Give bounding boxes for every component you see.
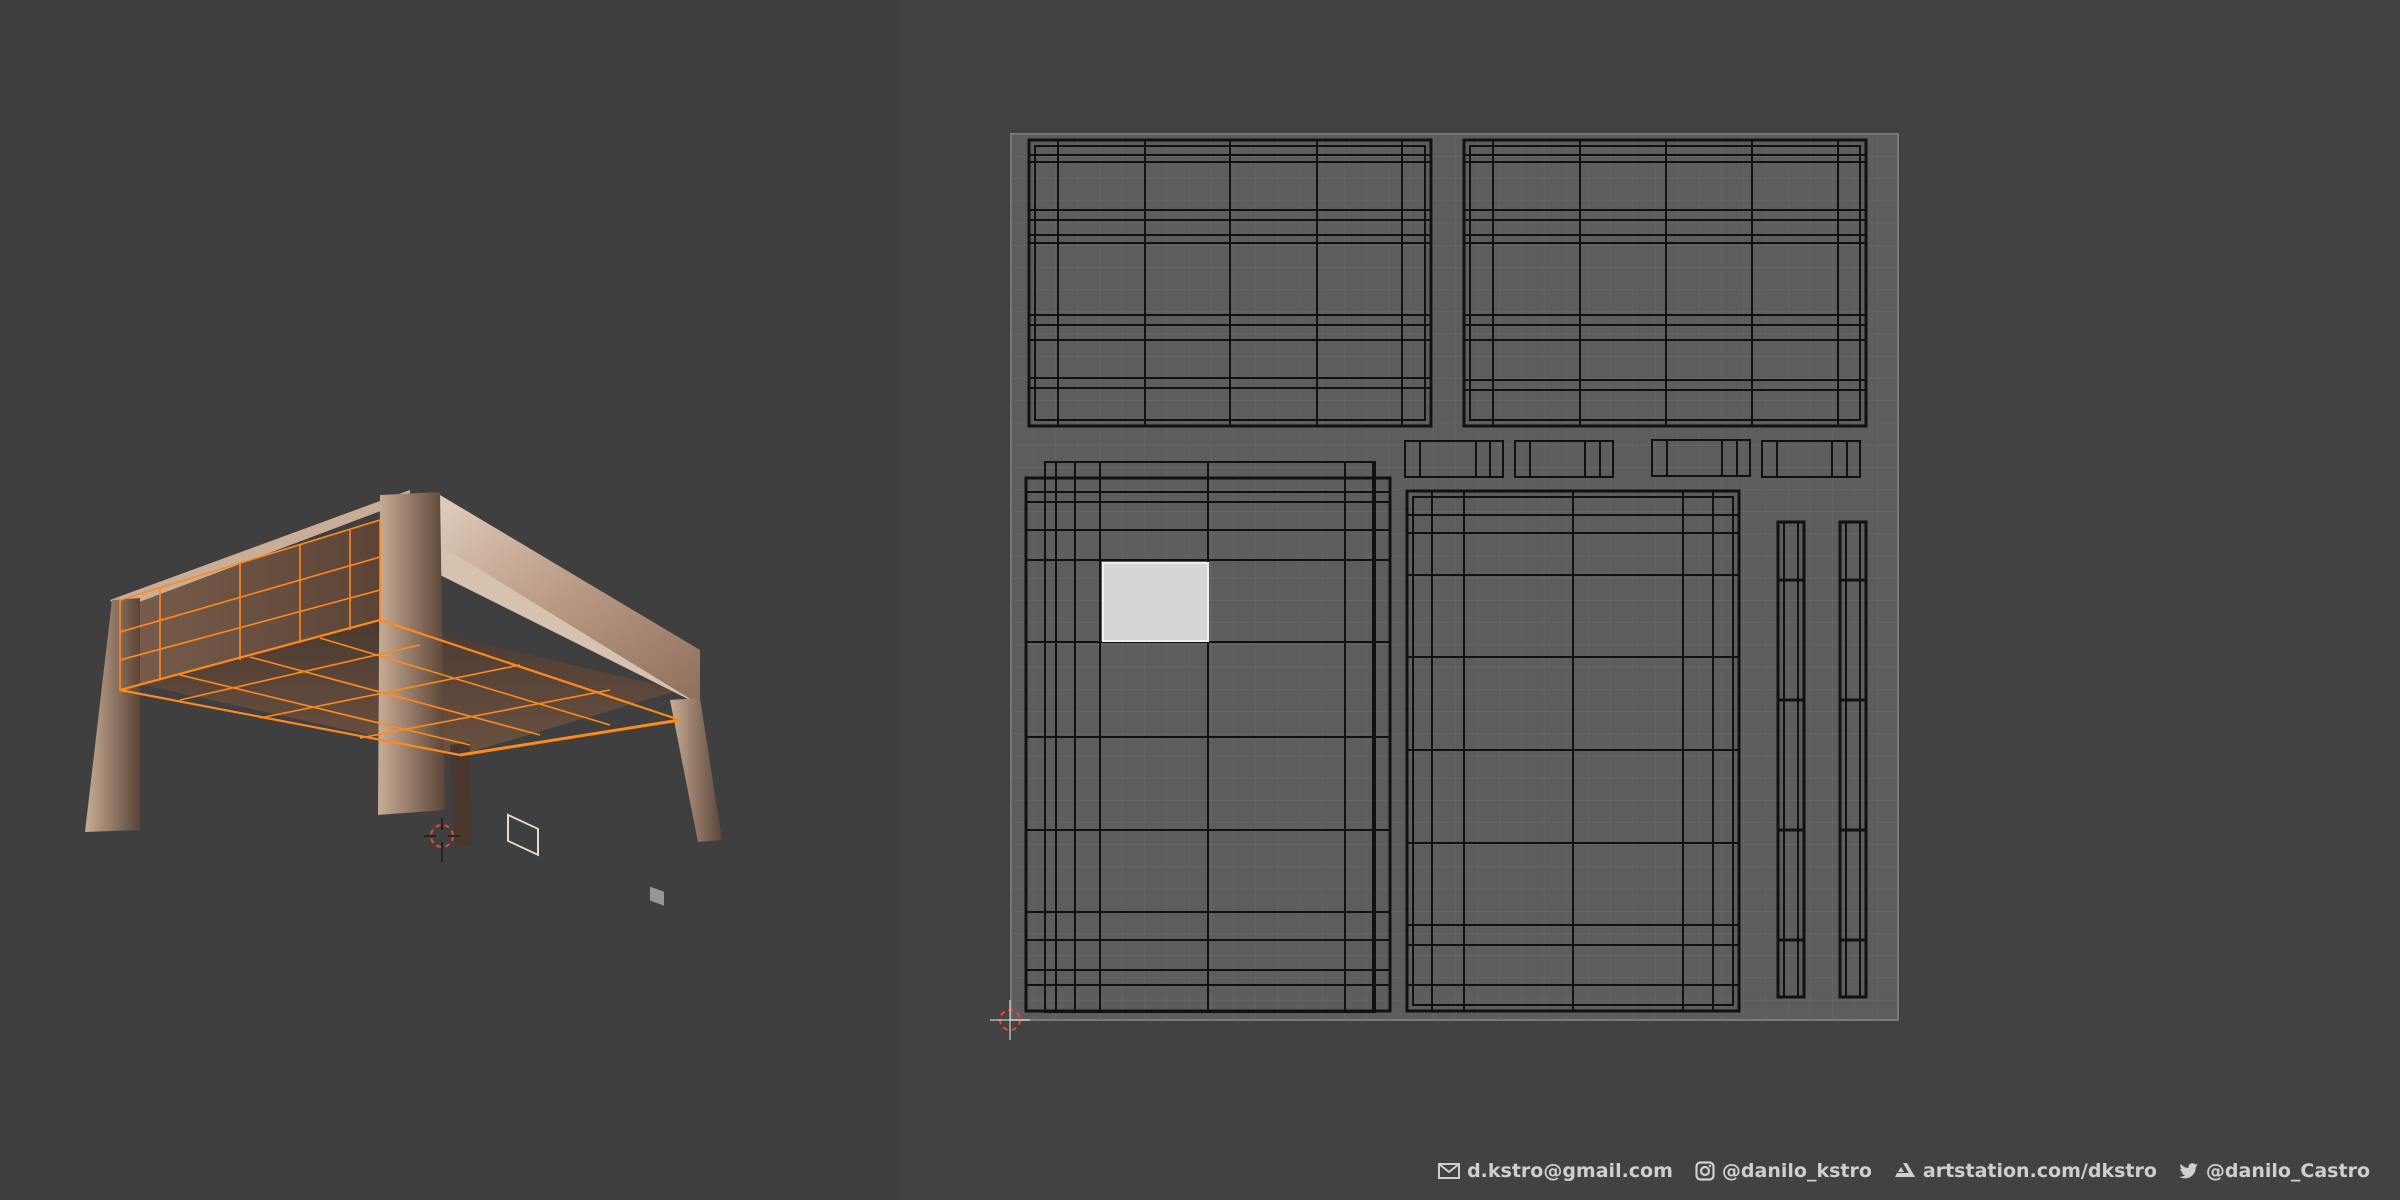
uv-editor-canvas[interactable] [898,0,2400,1200]
mail-icon [1438,1163,1461,1179]
artstation-text: artstation.com/dkstro [1922,1160,2157,1182]
twitter-text: @danilo_Castro [2205,1160,2370,1182]
email-text: d.kstro@gmail.com [1467,1160,1673,1182]
drawer-handle [507,813,539,857]
artstation-icon [1894,1163,1915,1177]
instagram-contact[interactable]: @danilo_kstro [1695,1160,1872,1182]
selected-uv-face [1102,562,1209,642]
uv-editor[interactable] [898,0,2400,1200]
twitter-icon [2178,1162,2199,1178]
artstation-contact[interactable]: artstation.com/dkstro [1894,1160,2157,1182]
contact-footer: d.kstro@gmail.com @danilo_kstro artstati… [1438,1160,2370,1182]
instagram-icon [1695,1161,1715,1181]
table-leg-back-left [85,598,140,832]
table-model [85,490,722,906]
table-leg-front-left [378,492,445,815]
twitter-contact[interactable]: @danilo_Castro [2178,1160,2370,1182]
email-contact[interactable]: d.kstro@gmail.com [1438,1160,1673,1182]
3d-viewport[interactable] [0,0,898,1200]
instagram-text: @danilo_kstro [1721,1160,1872,1182]
